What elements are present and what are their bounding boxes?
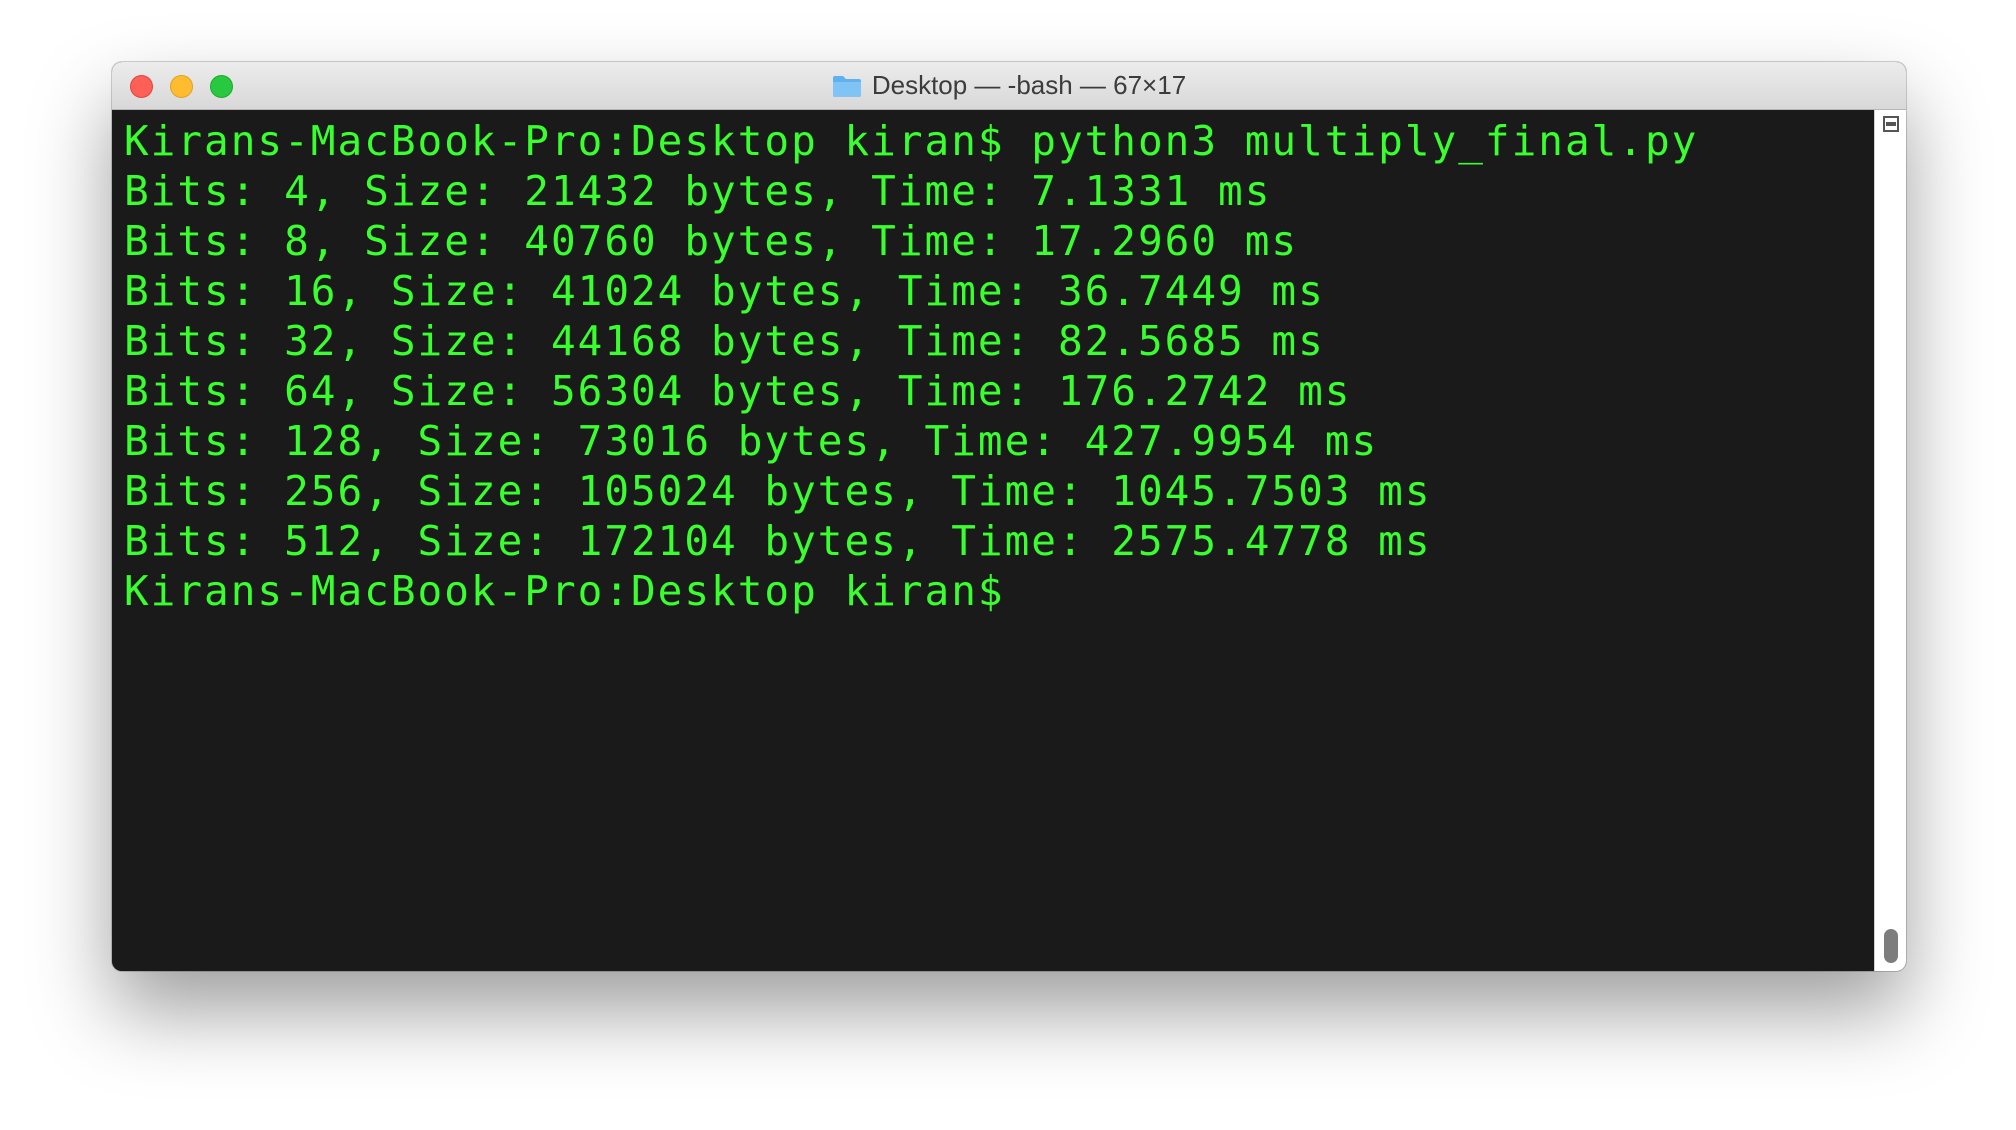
folder-icon: [832, 74, 862, 98]
terminal-window: Desktop — -bash — 67×17 Kirans-MacBook-P…: [112, 62, 1906, 971]
terminal-line: Bits: 32, Size: 44168 bytes, Time: 82.56…: [124, 317, 1325, 365]
vertical-scrollbar[interactable]: [1874, 110, 1906, 971]
terminal-line: Bits: 256, Size: 105024 bytes, Time: 104…: [124, 467, 1432, 515]
terminal-line: Bits: 64, Size: 56304 bytes, Time: 176.2…: [124, 367, 1352, 415]
terminal-line: Bits: 8, Size: 40760 bytes, Time: 17.296…: [124, 217, 1299, 265]
terminal-line: Bits: 512, Size: 172104 bytes, Time: 257…: [124, 517, 1432, 565]
terminal-prompt: Kirans-MacBook-Pro:Desktop kiran$: [124, 567, 1005, 615]
terminal-line: Bits: 128, Size: 73016 bytes, Time: 427.…: [124, 417, 1379, 465]
split-pane-icon[interactable]: [1883, 116, 1899, 132]
terminal-line: Bits: 16, Size: 41024 bytes, Time: 36.74…: [124, 267, 1325, 315]
terminal-line: Kirans-MacBook-Pro:Desktop kiran$ python…: [124, 117, 1699, 165]
window-title: Desktop — -bash — 67×17: [112, 62, 1906, 109]
terminal-output[interactable]: Kirans-MacBook-Pro:Desktop kiran$ python…: [112, 110, 1874, 971]
title-bar[interactable]: Desktop — -bash — 67×17: [112, 62, 1906, 110]
scroll-thumb[interactable]: [1884, 929, 1898, 963]
terminal-line: Bits: 4, Size: 21432 bytes, Time: 7.1331…: [124, 167, 1272, 215]
window-title-text: Desktop — -bash — 67×17: [871, 70, 1187, 100]
